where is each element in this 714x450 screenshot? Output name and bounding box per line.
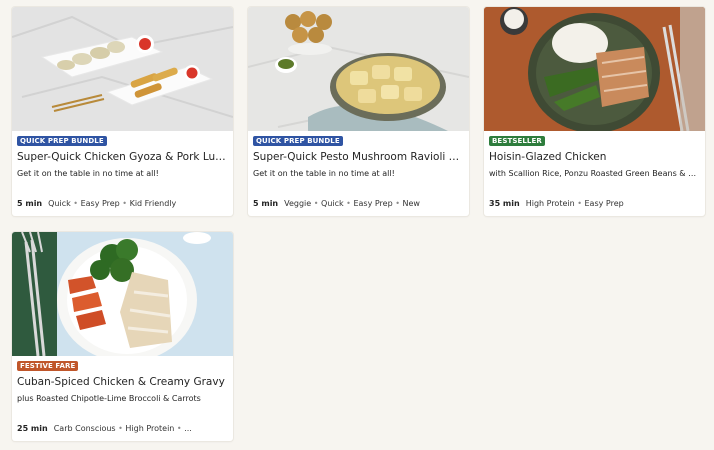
recipe-photo-hoisin-chicken[interactable] (484, 7, 705, 131)
prep-time: 5 min (17, 199, 43, 208)
recipe-meta: 5 min Veggie • Quick • Easy Prep • New (253, 199, 420, 208)
recipe-meta: 35 min High Protein • Easy Prep (489, 199, 624, 208)
tag: Easy Prep (584, 199, 624, 208)
recipe-card-cuban-chicken[interactable]: FESTIVE FARE Cuban-Spiced Chicken & Crea… (12, 232, 233, 441)
tag: Kid Friendly (129, 199, 177, 208)
recipe-photo-cuban-chicken[interactable] (12, 232, 233, 356)
recipe-card-hoisin-chicken[interactable]: BESTSELLER Hoisin-Glazed Chicken with Sc… (484, 7, 705, 216)
recipe-subtitle: Get it on the table in no time at all! (253, 169, 395, 178)
tag: New (402, 199, 420, 208)
recipe-title[interactable]: Hoisin-Glazed Chicken (489, 151, 701, 163)
recipe-card-pesto-ravioli[interactable]: QUICK PREP BUNDLE Super-Quick Pesto Mush… (248, 7, 469, 216)
recipe-subtitle: with Scallion Rice, Ponzu Roasted Green … (489, 169, 701, 178)
recipe-subtitle: Get it on the table in no time at all! (17, 169, 159, 178)
badge-festive-fare: FESTIVE FARE (17, 361, 79, 371)
tag: Quick (48, 199, 71, 208)
tag: High Protein (525, 199, 575, 208)
recipe-title[interactable]: Cuban-Spiced Chicken & Creamy Gravy (17, 376, 229, 388)
recipe-meta: 5 min Quick • Easy Prep • Kid Friendly (17, 199, 177, 208)
prep-time: 25 min (17, 424, 48, 433)
tag: Easy Prep (353, 199, 393, 208)
recipe-title[interactable]: Super-Quick Chicken Gyoza & Pork Lum... (17, 151, 229, 163)
recipe-title[interactable]: Super-Quick Pesto Mushroom Ravioli & ... (253, 151, 465, 163)
tag: Quick (321, 199, 344, 208)
tag: Veggie (284, 199, 312, 208)
tag: High Protein (125, 424, 175, 433)
badge-quick-prep-bundle: QUICK PREP BUNDLE (17, 136, 107, 146)
tag: Carb Conscious (53, 424, 116, 433)
recipe-meta: 25 min Carb Conscious • High Protein • ..… (17, 424, 192, 433)
recipe-photo-pesto-ravioli[interactable] (248, 7, 469, 131)
recipe-photo-gyoza[interactable] (12, 7, 233, 131)
badge-bestseller: BESTSELLER (489, 136, 545, 146)
recipe-subtitle: plus Roasted Chipotle-Lime Broccoli & Ca… (17, 394, 201, 403)
recipe-card-gyoza[interactable]: QUICK PREP BUNDLE Super-Quick Chicken Gy… (12, 7, 233, 216)
prep-time: 5 min (253, 199, 279, 208)
badge-quick-prep-bundle: QUICK PREP BUNDLE (253, 136, 343, 146)
tag: ... (184, 424, 192, 433)
tag: Easy Prep (80, 199, 120, 208)
prep-time: 35 min (489, 199, 520, 208)
